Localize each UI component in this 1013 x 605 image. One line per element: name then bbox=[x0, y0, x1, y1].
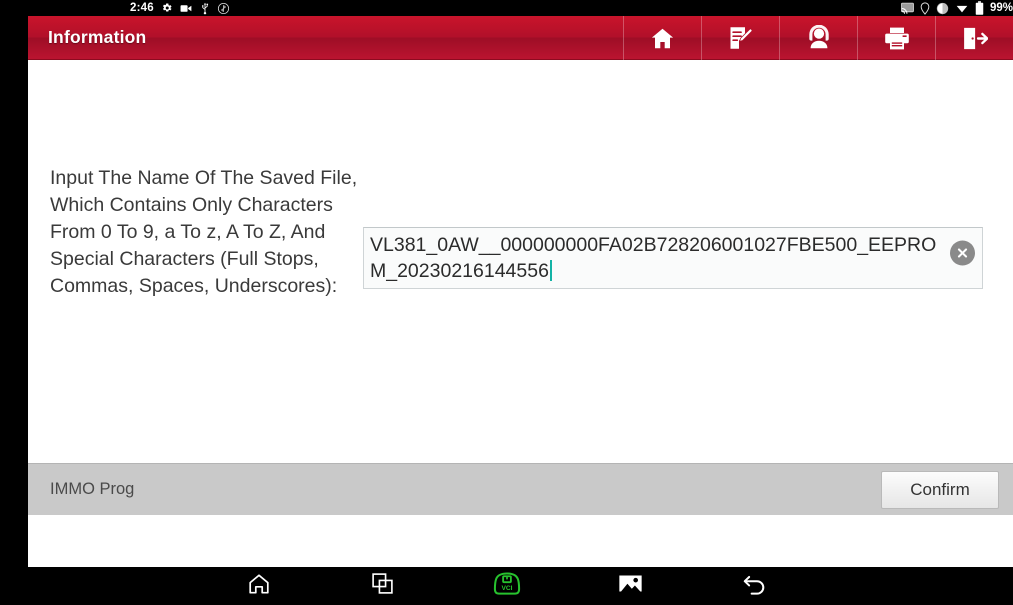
clear-input-button[interactable] bbox=[950, 240, 975, 266]
image-picture-icon bbox=[618, 573, 643, 599]
back-arrow-icon bbox=[742, 572, 767, 600]
filename-input[interactable]: VL381_0AW__000000000FA02B728206001027FBE… bbox=[363, 227, 983, 289]
headset-person-icon bbox=[805, 25, 833, 51]
volume-icon bbox=[936, 2, 949, 15]
feedback-button[interactable] bbox=[701, 16, 779, 60]
filename-field-wrapper: VL381_0AW__000000000FA02B728206001027FBE… bbox=[363, 227, 983, 289]
usb-icon bbox=[200, 2, 210, 15]
status-bar-right: 99% bbox=[901, 0, 1013, 16]
battery-percent: 99% bbox=[989, 2, 1013, 14]
settings-gear-icon bbox=[161, 2, 173, 14]
print-button[interactable] bbox=[857, 16, 935, 60]
edit-note-icon bbox=[727, 25, 754, 51]
screen: 2:46 99% Information Input The Name Of T… bbox=[0, 0, 1013, 605]
app-footer-bar: IMMO Prog Confirm bbox=[28, 463, 1013, 515]
download-icon bbox=[955, 2, 969, 15]
battery-icon bbox=[975, 1, 984, 15]
content-area: Input The Name Of The Saved File, Which … bbox=[28, 60, 1013, 515]
cast-screen-icon bbox=[901, 2, 914, 14]
nav-screenshot-button[interactable] bbox=[608, 571, 654, 601]
android-nav-bar: VCI bbox=[0, 567, 1013, 605]
location-icon bbox=[920, 1, 930, 15]
camera-icon bbox=[180, 3, 193, 14]
bluetooth-off-icon bbox=[217, 2, 230, 15]
clear-circle-x-icon bbox=[956, 247, 969, 260]
exit-button[interactable] bbox=[935, 16, 1013, 60]
status-clock: 2:46 bbox=[130, 2, 154, 14]
confirm-button-label: Confirm bbox=[910, 480, 970, 499]
nav-recents-button[interactable] bbox=[360, 571, 406, 601]
nav-vci-button[interactable]: VCI bbox=[484, 571, 530, 601]
printer-icon bbox=[883, 26, 911, 51]
nav-home-button[interactable] bbox=[236, 571, 282, 601]
vci-connector-icon: VCI bbox=[491, 571, 523, 601]
home-icon bbox=[649, 26, 676, 51]
nav-back-button[interactable] bbox=[732, 571, 778, 601]
app-title-bar: Information bbox=[28, 16, 1013, 60]
home-outline-icon bbox=[247, 572, 271, 601]
recents-squares-icon bbox=[371, 572, 394, 600]
home-button[interactable] bbox=[623, 16, 701, 60]
module-label: IMMO Prog bbox=[50, 480, 135, 498]
svg-text:VCI: VCI bbox=[501, 584, 512, 591]
android-status-bar: 2:46 99% bbox=[0, 0, 1013, 16]
text-caret bbox=[549, 260, 552, 281]
page-title: Information bbox=[48, 27, 147, 47]
filename-input-value: VL381_0AW__000000000FA02B728206001027FBE… bbox=[370, 234, 937, 282]
exit-door-icon bbox=[961, 26, 988, 51]
input-prompt-label: Input The Name Of The Saved File, Which … bbox=[50, 167, 358, 297]
confirm-button[interactable]: Confirm bbox=[881, 471, 999, 509]
app-window: Information Input The Name Of The Saved … bbox=[28, 16, 1013, 567]
status-bar-left: 2:46 bbox=[130, 2, 230, 15]
support-button[interactable] bbox=[779, 16, 857, 60]
title-bar-actions bbox=[623, 16, 1013, 60]
